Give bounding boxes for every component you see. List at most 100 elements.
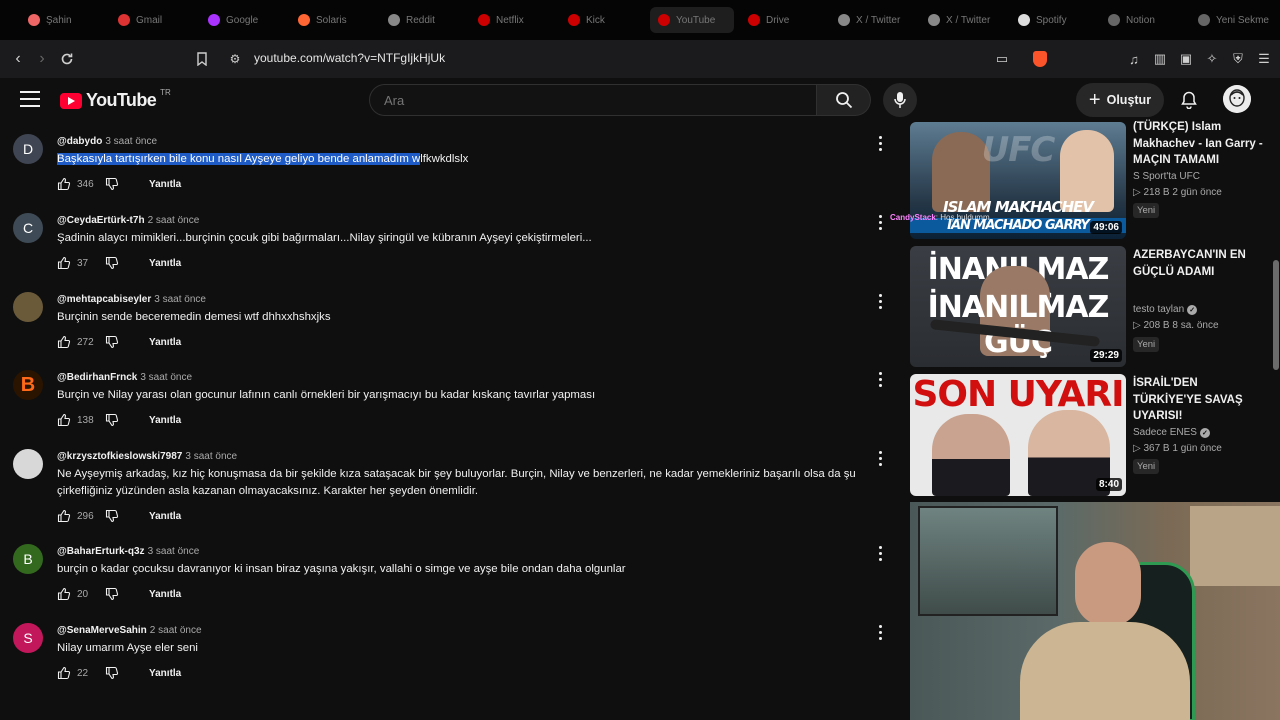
comment-more-icon[interactable] <box>873 134 887 152</box>
browser-tab[interactable]: Netflix <box>470 7 554 33</box>
comment-author[interactable]: @CeydaErtürk-t7h <box>57 215 145 226</box>
browser-tab[interactable]: Kick <box>560 7 644 33</box>
comment-author[interactable]: @BaharErturk-q3z <box>57 546 145 557</box>
comment-author[interactable]: @SenaMerveSahin <box>57 625 147 636</box>
reload-icon[interactable] <box>55 47 79 71</box>
video-title[interactable]: (TÜRKÇE) Islam Makhachev - Ian Garry - M… <box>1133 119 1263 169</box>
comment-time[interactable]: 3 saat önce <box>148 546 200 557</box>
avatar-letter: B <box>20 373 36 396</box>
comment: @krzysztofkieslowski7987 3 saat önce Ne Ay… <box>0 449 900 527</box>
search-input[interactable] <box>370 85 816 115</box>
comment-more-icon[interactable] <box>873 449 887 467</box>
like-icon[interactable] <box>57 587 71 601</box>
reply-button[interactable]: Yanıtla <box>149 337 181 348</box>
video-thumbnail[interactable]: İNANILMAZ GÜÇ İNANILMAZ GÜÇ 29:29 <box>910 246 1126 367</box>
reply-button[interactable]: Yanıtla <box>149 589 181 600</box>
comment-avatar[interactable] <box>13 292 43 322</box>
wallet-icon[interactable]: ▣ <box>1176 47 1196 71</box>
browser-tab[interactable]: X / Twitter <box>920 7 1004 33</box>
comment-time[interactable]: 2 saat önce <box>148 215 200 226</box>
youtube-header: YouTube TR + Oluştur <box>0 78 1280 122</box>
channel-name[interactable]: S Sport'ta UFC <box>1133 171 1200 182</box>
sidebar-icon[interactable]: ▥ <box>1150 47 1170 71</box>
search-button[interactable] <box>817 84 871 116</box>
tab-favicon-icon <box>388 14 400 26</box>
back-icon[interactable]: ‹ <box>6 47 30 71</box>
comment-avatar[interactable]: D <box>13 134 43 164</box>
comment-time[interactable]: 2 saat önce <box>150 625 202 636</box>
vpn-icon[interactable]: ⛨ <box>1228 47 1248 71</box>
video-title[interactable]: AZERBAYCAN'IN EN GÜÇLÜ ADAMI <box>1133 247 1263 280</box>
voice-search-button[interactable] <box>883 83 917 117</box>
like-icon[interactable] <box>57 413 71 427</box>
like-icon[interactable] <box>57 666 71 680</box>
browser-tab[interactable]: Spotify <box>1010 7 1094 33</box>
reply-button[interactable]: Yanıtla <box>149 511 181 522</box>
comment-avatar[interactable]: B <box>13 370 43 400</box>
reply-button[interactable]: Yanıtla <box>149 258 181 269</box>
browser-tab[interactable]: Reddit <box>380 7 464 33</box>
comment-text: burçin o kadar çocuksu davranıyor ki ins… <box>57 563 626 575</box>
video-title[interactable]: İSRAİL'DEN TÜRKİYE'YE SAVAŞ UYARISI! <box>1133 375 1263 425</box>
comment-time[interactable]: 3 saat önce <box>140 372 192 383</box>
comment-time[interactable]: 3 saat önce <box>154 294 206 305</box>
forward-icon[interactable]: › <box>30 47 54 71</box>
dislike-icon[interactable] <box>105 413 119 427</box>
comment-author[interactable]: @krzysztofkieslowski7987 <box>57 451 182 462</box>
notifications-button[interactable] <box>1176 87 1202 113</box>
comment-author[interactable]: @mehtapcabiseyler <box>57 294 151 305</box>
like-icon[interactable] <box>57 335 71 349</box>
comment-time[interactable]: 3 saat önce <box>185 451 237 462</box>
browser-tab[interactable]: Yeni Sekme <box>1190 7 1274 33</box>
create-button[interactable]: + Oluştur <box>1076 83 1164 117</box>
youtube-logo[interactable]: YouTube TR <box>60 88 171 111</box>
comment-avatar[interactable]: S <box>13 623 43 653</box>
scrollbar-thumb[interactable] <box>1273 260 1279 370</box>
browser-tab[interactable]: Şahin <box>20 7 104 33</box>
guide-menu-icon[interactable] <box>20 91 40 107</box>
music-icon[interactable]: ♫ <box>1124 47 1144 71</box>
comment-more-icon[interactable] <box>873 544 887 562</box>
comment-more-icon[interactable] <box>873 623 887 641</box>
comment-author[interactable]: @BedirhanFrnck <box>57 372 137 383</box>
like-icon[interactable] <box>57 256 71 270</box>
comment-avatar[interactable]: B <box>13 544 43 574</box>
dislike-icon[interactable] <box>105 666 119 680</box>
browser-tab[interactable]: Notion <box>1100 7 1184 33</box>
dislike-icon[interactable] <box>105 587 119 601</box>
comment-author[interactable]: @dabydo <box>57 136 102 147</box>
menu-icon[interactable]: ☰ <box>1254 47 1274 71</box>
comment-avatar[interactable]: C <box>13 213 43 243</box>
like-icon[interactable] <box>57 177 71 191</box>
channel-name[interactable]: Sadece ENES ✓ <box>1133 427 1210 438</box>
comment-more-icon[interactable] <box>873 213 887 231</box>
leo-ai-icon[interactable]: ✧ <box>1202 47 1222 71</box>
address-bar[interactable]: youtube.com/watch?v=NTFgIjkHjUk <box>254 51 445 65</box>
browser-tab[interactable]: Solaris <box>290 7 374 33</box>
streamer-webcam <box>910 502 1280 720</box>
browser-tab[interactable]: YouTube <box>650 7 734 33</box>
browser-tab[interactable]: Gmail <box>110 7 194 33</box>
reply-button[interactable]: Yanıtla <box>149 179 181 190</box>
browser-tab[interactable]: Google <box>200 7 284 33</box>
like-icon[interactable] <box>57 509 71 523</box>
browser-tab[interactable]: X / Twitter <box>830 7 914 33</box>
reply-button[interactable]: Yanıtla <box>149 415 181 426</box>
comment-time[interactable]: 3 saat önce <box>105 136 157 147</box>
reply-button[interactable]: Yanıtla <box>149 668 181 679</box>
comment-more-icon[interactable] <box>873 292 887 310</box>
dislike-icon[interactable] <box>105 177 119 191</box>
account-avatar[interactable] <box>1223 85 1251 113</box>
video-thumbnail[interactable]: SON UYARI 8:40 <box>910 374 1126 496</box>
comment-more-icon[interactable] <box>873 370 887 388</box>
cast-icon[interactable]: ▭ <box>992 47 1012 71</box>
dislike-icon[interactable] <box>105 509 119 523</box>
dislike-icon[interactable] <box>105 256 119 270</box>
brave-shield-icon[interactable] <box>1030 47 1050 71</box>
bookmark-icon[interactable] <box>190 47 214 71</box>
site-settings-icon[interactable]: ⚙ <box>223 47 247 71</box>
browser-tab[interactable]: Drive <box>740 7 824 33</box>
comment-avatar[interactable] <box>13 449 43 479</box>
channel-name[interactable]: testo taylan ✓ <box>1133 304 1198 315</box>
dislike-icon[interactable] <box>105 335 119 349</box>
